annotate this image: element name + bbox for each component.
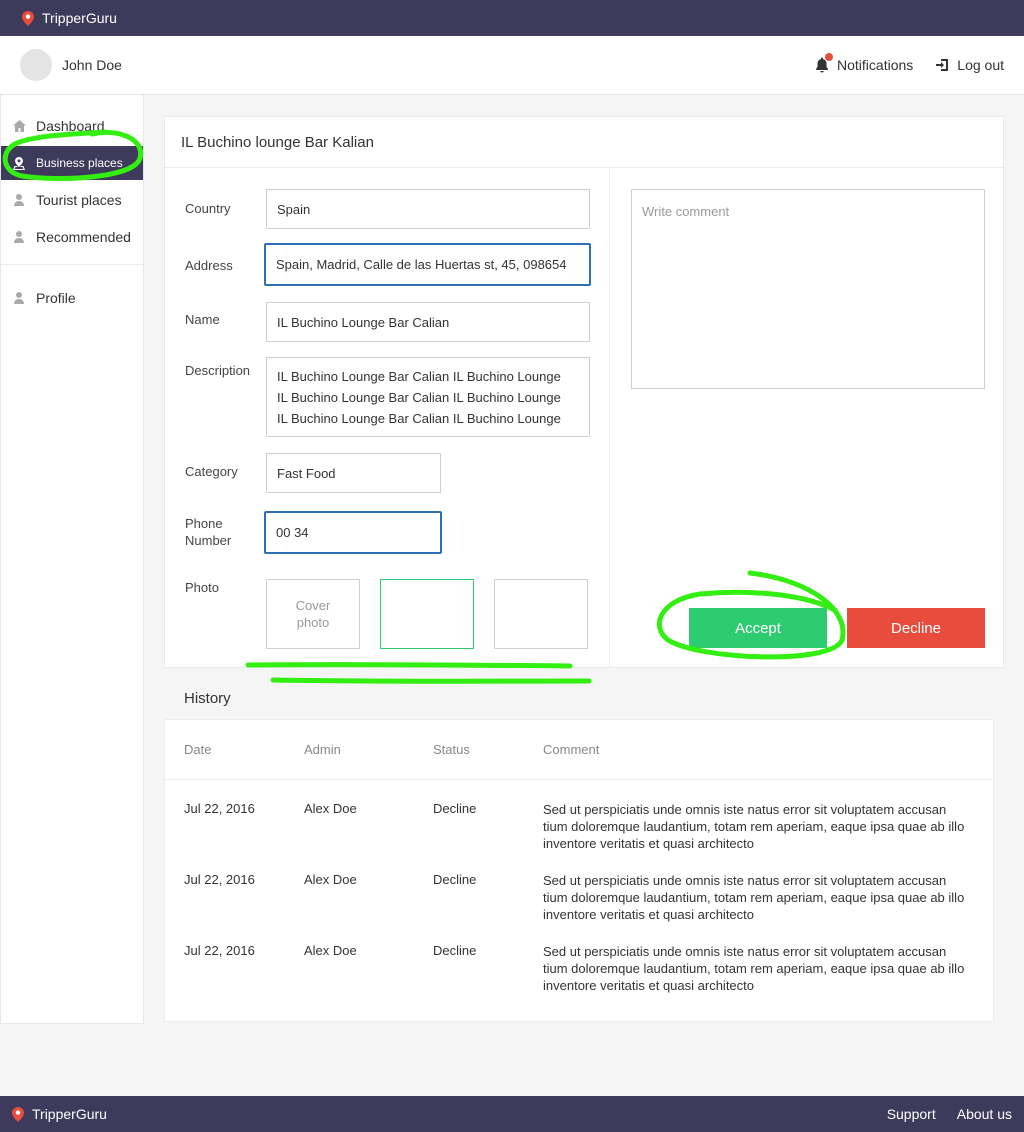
table-row: Jul 22, 2016 Alex Doe Decline Sed ut per… [165,943,995,1014]
logout-label: Log out [957,57,1004,73]
person-icon [12,193,26,207]
sidebar-item-label: Dashboard [36,118,105,134]
sidebar-item-label: Business places [36,156,123,170]
address-label: Address [185,258,233,273]
history-admin: Alex Doe [304,943,357,958]
category-label: Category [185,464,238,479]
user-name[interactable]: John Doe [62,57,122,73]
history-header: Date Admin Status Comment [165,720,993,780]
place-title: IL Buchino lounge Bar Kalian [165,117,1003,168]
photo-slot[interactable] [494,579,588,649]
footer: TripperGuru Support About us [0,1096,1024,1132]
person-icon [12,291,26,305]
place-panel: IL Buchino lounge Bar Kalian Country Spa… [164,116,1004,668]
comment-textarea[interactable]: Write comment [631,189,985,389]
sidebar-item-recommended[interactable]: Recommended [1,220,143,254]
notifications-button[interactable]: Notifications [815,53,914,73]
sidebar: Dashboard Business places Tourist places… [0,95,144,1024]
history-title: History [184,690,231,707]
brand[interactable]: TripperGuru [22,10,117,26]
accept-button[interactable]: Accept [689,608,827,648]
top-bar: TripperGuru [0,0,1024,36]
support-link[interactable]: Support [887,1106,936,1122]
brand-name: TripperGuru [42,10,117,26]
sidebar-item-label: Tourist places [36,192,122,208]
avatar[interactable] [20,49,52,81]
user-bar: John Doe Notifications Log out [0,36,1024,95]
history-date: Jul 22, 2016 [184,943,255,958]
history-comment: Sed ut perspiciatis unde omnis iste natu… [543,873,965,922]
column-header-admin: Admin [304,742,341,757]
photo-underline [270,677,592,684]
history-status: Decline [433,943,477,958]
notifications-label: Notifications [837,57,914,73]
photo-slot[interactable] [380,579,474,649]
history-date: Jul 22, 2016 [184,872,255,887]
sidebar-divider [1,264,143,265]
place-form: Country Spain Address Spain, Madrid, Cal… [165,168,610,668]
location-pin-icon [22,10,34,26]
logout-button[interactable]: Log out [935,57,1004,73]
history-comment: Sed ut perspiciatis unde omnis iste natu… [543,802,965,851]
sidebar-item-business-places[interactable]: Business places [1,146,143,180]
name-label: Name [185,312,220,327]
history-status: Decline [433,801,477,816]
category-field[interactable]: Fast Food [266,453,441,493]
sidebar-item-profile[interactable]: Profile [1,281,143,315]
person-icon [12,230,26,244]
history-comment: Sed ut perspiciatis unde omnis iste natu… [543,944,965,993]
table-row: Jul 22, 2016 Alex Doe Decline Sed ut per… [165,801,995,872]
bell-icon [815,53,834,73]
decline-button[interactable]: Decline [847,608,985,648]
country-label: Country [185,201,231,216]
history-admin: Alex Doe [304,801,357,816]
sidebar-item-dashboard[interactable]: Dashboard [1,109,143,143]
column-header-comment: Comment [543,742,600,757]
footer-brand[interactable]: TripperGuru [12,1106,107,1122]
history-admin: Alex Doe [304,872,357,887]
history-status: Decline [433,872,477,887]
country-field[interactable]: Spain [266,189,590,229]
notification-dot [825,53,834,61]
sidebar-item-tourist-places[interactable]: Tourist places [1,183,143,217]
description-label: Description [185,363,251,378]
address-field[interactable]: Spain, Madrid, Calle de las Huertas st, … [264,243,591,286]
about-link[interactable]: About us [957,1106,1012,1122]
table-row: Jul 22, 2016 Alex Doe Decline Sed ut per… [165,872,995,943]
home-icon [12,119,26,133]
photo-label: Photo [185,580,219,595]
column-header-date: Date [184,742,212,757]
cover-photo-slot[interactable]: Cover photo [266,579,360,649]
phone-field[interactable]: 00 34 [264,511,442,554]
history-table: Date Admin Status Comment Jul 22, 2016 A… [164,719,994,1022]
column-header-status: Status [433,742,470,757]
history-date: Jul 22, 2016 [184,801,255,816]
sidebar-item-label: Profile [36,290,76,306]
sidebar-item-label: Recommended [36,229,131,245]
phone-label: Phone Number [185,516,232,548]
description-field[interactable]: IL Buchino Lounge Bar Calian IL Buchino … [266,357,590,437]
location-pin-icon [12,1106,24,1122]
location-icon [12,156,26,170]
footer-brand-name: TripperGuru [32,1106,107,1122]
name-field[interactable]: IL Buchino Lounge Bar Calian [266,302,590,342]
logout-icon [936,59,949,71]
